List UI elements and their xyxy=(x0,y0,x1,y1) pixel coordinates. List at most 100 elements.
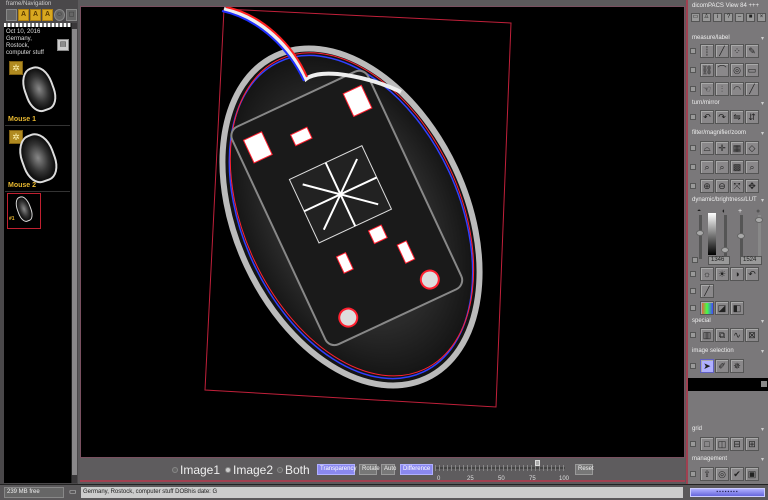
help-icon[interactable]: ? xyxy=(724,13,733,22)
magnifier-icon[interactable]: ⌕ xyxy=(700,160,714,174)
arrow-line-icon[interactable]: ╱ xyxy=(745,82,759,96)
row-checkbox[interactable] xyxy=(690,183,696,189)
row-checkbox[interactable] xyxy=(690,305,696,311)
transparency-button[interactable]: Transparency xyxy=(317,464,356,475)
study-info-icon[interactable]: ▤ xyxy=(57,39,69,51)
user-icon[interactable]: ♙ xyxy=(702,13,711,22)
grayscale-icon[interactable]: ◧ xyxy=(730,301,744,315)
row-checkbox[interactable] xyxy=(690,145,696,151)
zoom-all-icon[interactable]: ✥ xyxy=(745,179,759,193)
section-measure[interactable]: measure/label ▾ xyxy=(692,35,766,42)
collapse-icon[interactable]: ▾ xyxy=(761,318,764,325)
series-thumbnail[interactable]: ✲ Mouse 1 xyxy=(5,58,70,126)
brightness-up-icon[interactable]: ☼ xyxy=(700,267,714,281)
invert-icon[interactable]: ◑ xyxy=(730,267,744,281)
row-checkbox[interactable] xyxy=(690,288,696,294)
radio-dot-selected[interactable] xyxy=(225,467,231,473)
point-icon[interactable]: ⁘ xyxy=(730,44,744,58)
collapse-icon[interactable]: ▾ xyxy=(761,100,764,107)
brightness-down-icon[interactable]: ☀ xyxy=(715,267,729,281)
undo-icon[interactable]: ↶ xyxy=(745,267,759,281)
row-checkbox[interactable] xyxy=(692,257,698,263)
grid-1x1-icon[interactable]: □ xyxy=(700,437,714,451)
annotation-a-icon[interactable]: A xyxy=(30,9,41,21)
difference-button[interactable]: Difference xyxy=(400,464,433,475)
close-icon[interactable]: × xyxy=(757,13,766,22)
line-measure-icon[interactable]: ╱ xyxy=(715,44,729,58)
section-turn[interactable]: turn/mirror ▾ xyxy=(692,100,766,107)
reset-button[interactable]: Reset xyxy=(575,464,594,475)
minimize-icon[interactable]: – xyxy=(735,13,744,22)
key-image-star-icon[interactable]: ✲ xyxy=(9,61,23,75)
section-grid[interactable]: grid ▾ xyxy=(692,426,766,433)
image-viewport[interactable] xyxy=(80,6,685,458)
row-checkbox[interactable] xyxy=(690,271,696,277)
section-dynamic[interactable]: dynamic/brightness/LUT ▾ xyxy=(692,197,766,204)
rotate-left-icon[interactable]: ↶ xyxy=(700,110,714,124)
series-thumbnail-selected[interactable]: #1 xyxy=(7,193,41,229)
waveform-icon[interactable]: ∿ xyxy=(730,328,744,342)
collapse-icon[interactable]: ▾ xyxy=(761,456,764,463)
collapse-icon[interactable]: ▾ xyxy=(761,130,764,137)
gamma-slider[interactable] xyxy=(737,215,745,259)
filter-icon[interactable]: ⌓ xyxy=(700,141,714,155)
color-map-icon[interactable]: ◪ xyxy=(715,301,729,315)
radio-image1[interactable]: Image1 xyxy=(172,463,220,477)
radio-dot[interactable] xyxy=(277,467,283,473)
select-all-icon[interactable]: ✵ xyxy=(730,359,744,373)
blend-slider[interactable] xyxy=(435,460,565,473)
zoom-in-icon[interactable]: ⊕ xyxy=(700,179,714,193)
folder-icon[interactable]: ▭ xyxy=(69,487,78,498)
select-pen-icon[interactable]: ✐ xyxy=(715,359,729,373)
window-icon[interactable]: ■ xyxy=(746,13,755,22)
person-icon[interactable]: ☺ xyxy=(54,9,65,21)
section-management[interactable]: management ▾ xyxy=(692,456,766,463)
annotation-a-icon[interactable]: A xyxy=(42,9,53,21)
grid-2x2-icon[interactable]: ⊞ xyxy=(745,437,759,451)
window-center-field[interactable]: 1346 xyxy=(708,256,730,265)
pointer-icon[interactable]: ➤ xyxy=(700,359,714,373)
row-checkbox[interactable] xyxy=(690,363,696,369)
slider-knob[interactable] xyxy=(737,233,745,239)
split-icon[interactable]: ▥ xyxy=(700,328,714,342)
collapse-icon[interactable]: ▾ xyxy=(761,426,764,433)
slider-knob[interactable] xyxy=(535,460,540,466)
pen-icon[interactable]: ✎ xyxy=(745,44,759,58)
radio-image2[interactable]: Image2 xyxy=(225,463,273,477)
check-icon[interactable]: ✔ xyxy=(730,467,744,481)
section-selection[interactable]: image selection ▾ xyxy=(692,348,766,355)
zoom-region-icon[interactable]: ⌕ xyxy=(745,160,759,174)
row-checkbox[interactable] xyxy=(690,441,696,447)
link-icon[interactable]: ⛓ xyxy=(700,63,714,77)
layout-icon[interactable]: ▭ xyxy=(691,13,700,22)
fusion-icon[interactable]: ⊠ xyxy=(745,328,759,342)
row-checkbox[interactable] xyxy=(690,332,696,338)
row-checkbox[interactable] xyxy=(690,471,696,477)
rotate-button[interactable]: Rotate xyxy=(359,464,380,475)
section-filter[interactable]: filter/magnifier/zoom ▾ xyxy=(692,130,766,137)
opacity-slider[interactable] xyxy=(755,215,763,259)
density-icon[interactable]: ⫶ xyxy=(715,82,729,96)
collapse-icon[interactable]: ▾ xyxy=(761,197,764,204)
rectangle-roi-icon[interactable]: ▭ xyxy=(745,63,759,77)
window-width-field[interactable]: 1524 xyxy=(740,256,762,265)
rotate-right-icon[interactable]: ↷ xyxy=(715,110,729,124)
color-lut-icon[interactable] xyxy=(700,301,714,315)
nav-tool-blank[interactable] xyxy=(6,9,17,21)
slider-knob[interactable] xyxy=(696,230,704,236)
overlay-icon[interactable]: ⧉ xyxy=(715,328,729,342)
thumbnail-scrollbar[interactable] xyxy=(71,23,77,483)
section-special[interactable]: special ▾ xyxy=(692,318,766,325)
row-checkbox[interactable] xyxy=(690,164,696,170)
arc-icon[interactable]: ◠ xyxy=(730,82,744,96)
diamond-icon[interactable]: ◇ xyxy=(745,141,759,155)
collapse-icon[interactable]: ▾ xyxy=(761,35,764,42)
angle-icon[interactable]: ⌒ xyxy=(715,63,729,77)
crosshair-icon[interactable]: ✛ xyxy=(715,141,729,155)
grid-2x1-icon[interactable]: ⊟ xyxy=(730,437,744,451)
brightness-slider[interactable] xyxy=(696,215,704,259)
save-icon[interactable]: ▣ xyxy=(745,467,759,481)
clear-selection-icon[interactable] xyxy=(761,381,767,387)
contrast-slider[interactable] xyxy=(721,215,729,259)
magnifier-region-icon[interactable]: ⌕ xyxy=(715,160,729,174)
